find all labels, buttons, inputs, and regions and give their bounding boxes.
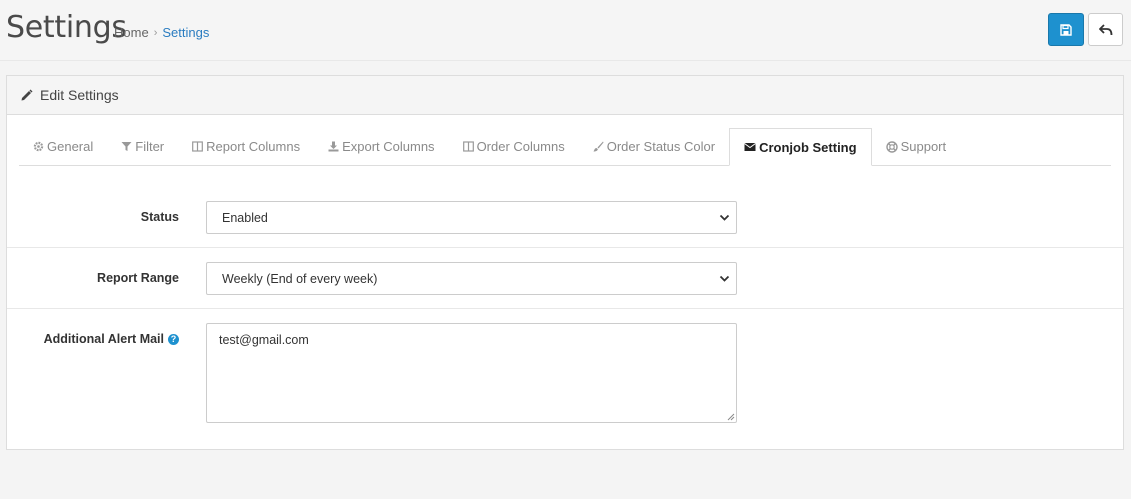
columns-icon — [192, 141, 204, 152]
report-range-label: Report Range — [97, 271, 179, 285]
alert-mail-label-text: Additional Alert Mail — [43, 332, 164, 346]
breadcrumb: Home › Settings — [114, 25, 209, 40]
resize-handle-icon[interactable] — [727, 413, 735, 421]
brush-icon — [593, 141, 604, 152]
panel-title: Edit Settings — [40, 87, 119, 103]
columns-icon — [462, 141, 474, 152]
form-row-report-range: Report Range Weekly (End of every week) — [7, 247, 1123, 309]
question-circle-icon[interactable]: ? — [168, 333, 179, 345]
alert-mail-value: test@gmail.com — [219, 333, 309, 347]
back-button[interactable] — [1088, 13, 1123, 46]
save-button[interactable] — [1048, 13, 1084, 46]
form-row-status: Status Enabled — [7, 186, 1123, 248]
tab-label: Report Columns — [206, 139, 301, 154]
life-ring-icon — [885, 140, 898, 153]
tab-label: Export Columns — [342, 139, 435, 154]
breadcrumb-settings[interactable]: Settings — [162, 25, 209, 40]
floppy-disk-icon — [1060, 23, 1072, 36]
form-row-alert-mail: Additional Alert Mail ? test@gmail.com — [7, 308, 1123, 448]
page-title: Settings — [6, 10, 127, 45]
gear-icon — [33, 141, 44, 152]
panel-heading: Edit Settings — [7, 76, 1123, 115]
tab-support[interactable]: Support — [872, 128, 961, 165]
reply-arrow-icon — [1098, 23, 1112, 35]
status-label: Status — [140, 210, 179, 224]
status-select-value: Enabled — [222, 210, 268, 225]
tab-general[interactable]: General — [19, 128, 107, 165]
edit-settings-panel: Edit Settings General Filter Report Colu… — [6, 75, 1124, 450]
tab-order-status-color[interactable]: Order Status Color — [579, 128, 729, 165]
tab-label: Filter — [135, 139, 165, 154]
tab-report-columns[interactable]: Report Columns — [178, 128, 314, 165]
alert-mail-label: Additional Alert Mail ? — [44, 332, 179, 346]
download-icon — [328, 141, 339, 152]
pencil-icon — [20, 89, 33, 102]
status-select[interactable]: Enabled — [206, 201, 737, 234]
report-range-select-value: Weekly (End of every week) — [222, 271, 378, 286]
settings-tabs: General Filter Report Columns Export Col… — [19, 128, 1111, 166]
report-range-select[interactable]: Weekly (End of every week) — [206, 262, 737, 295]
tab-order-columns[interactable]: Order Columns — [449, 128, 579, 165]
breadcrumb-separator: › — [153, 26, 158, 39]
breadcrumb-home[interactable]: Home — [114, 25, 149, 40]
tab-label: Order Status Color — [606, 139, 716, 154]
filter-icon — [121, 141, 132, 152]
page-header: Settings Home › Settings — [0, 0, 1131, 61]
tab-filter[interactable]: Filter — [107, 128, 178, 165]
tab-label: General — [47, 139, 94, 154]
envelope-icon — [744, 142, 756, 152]
tab-label: Order Columns — [476, 139, 565, 154]
tab-export-columns[interactable]: Export Columns — [314, 128, 448, 165]
chevron-down-icon — [719, 273, 730, 284]
tab-cronjob-setting[interactable]: Cronjob Setting — [729, 128, 872, 166]
tab-label: Support — [900, 139, 947, 154]
tab-label: Cronjob Setting — [759, 139, 857, 155]
chevron-down-icon — [719, 212, 730, 223]
alert-mail-textarea[interactable]: test@gmail.com — [206, 323, 737, 423]
